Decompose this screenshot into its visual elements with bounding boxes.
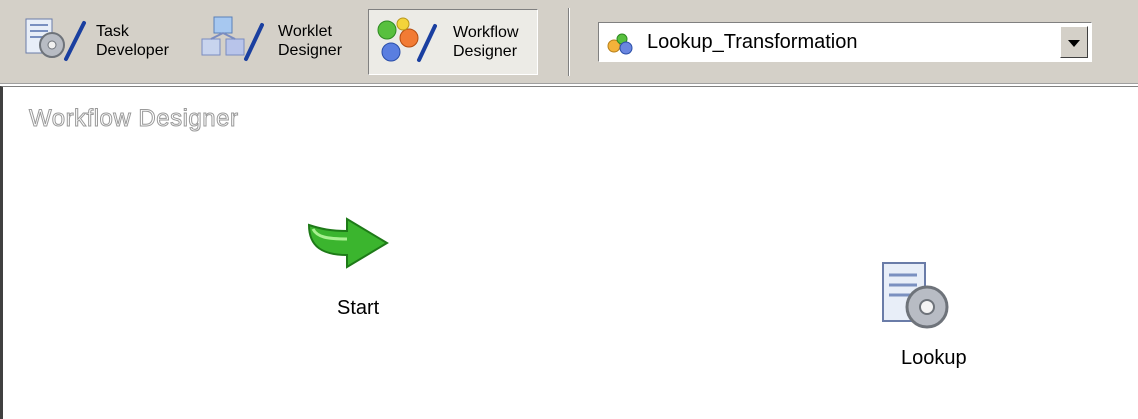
worklet-designer-icon <box>201 16 264 61</box>
task-developer-icon <box>25 18 86 61</box>
start-arrow-icon <box>307 217 389 269</box>
start-node[interactable]: Start <box>303 217 403 327</box>
worklet-designer-button[interactable]: Worklet Designer <box>196 9 362 75</box>
node-label: Lookup <box>901 347 967 369</box>
tool-label-line2: Developer <box>96 42 169 59</box>
tool-bar: Task Developer Worklet Designer Workflow… <box>0 0 1138 84</box>
dropdown-arrow-button[interactable] <box>1060 26 1088 58</box>
node-label: Start <box>337 297 380 319</box>
tool-label-line1: Worklet <box>278 23 332 40</box>
workflow-select[interactable]: Lookup_Transformation <box>598 22 1092 62</box>
workflow-select-value: Lookup_Transformation <box>647 31 858 53</box>
canvas-title: Workflow Designer <box>28 105 239 133</box>
workflow-designer-button[interactable]: Workflow Designer <box>368 9 538 75</box>
chevron-down-icon <box>1068 40 1080 47</box>
tool-label-line2: Designer <box>278 42 343 59</box>
tool-label-line2: Designer <box>453 43 518 60</box>
workflow-designer-icon <box>377 17 437 62</box>
workflow-canvas[interactable]: Workflow Designer Start Lookup <box>0 86 1138 419</box>
tool-label-line1: Task <box>96 23 129 40</box>
task-developer-button[interactable]: Task Developer <box>20 9 190 75</box>
lookup-task-icon <box>882 262 949 329</box>
workflow-icon <box>607 33 633 55</box>
lookup-node[interactable]: Lookup <box>877 257 977 377</box>
tool-label-line1: Workflow <box>453 24 519 41</box>
toolbar-separator <box>568 8 570 76</box>
